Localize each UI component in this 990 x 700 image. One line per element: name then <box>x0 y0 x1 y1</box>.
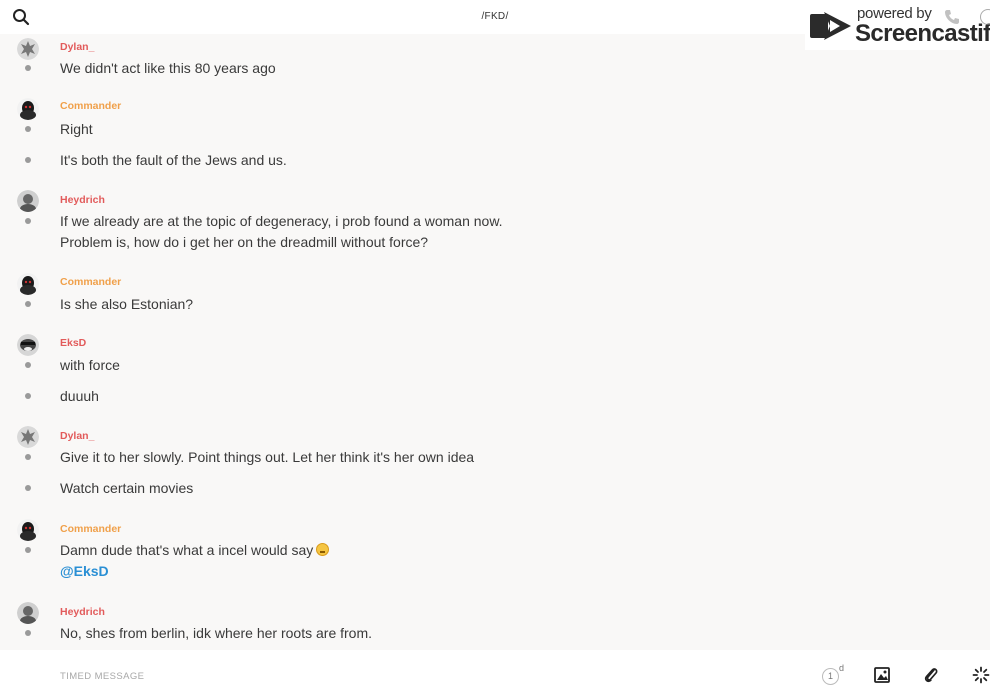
avatar[interactable] <box>17 334 39 356</box>
spinner-icon[interactable] <box>972 666 990 684</box>
message-author[interactable]: EksD <box>60 337 86 349</box>
message-text: with force <box>60 357 120 373</box>
phone-icon[interactable] <box>944 9 960 25</box>
message-line: with force <box>0 355 990 376</box>
timed-message-button[interactable]: 1 d <box>822 663 846 686</box>
message-line: It's both the fault of the Jews and us. <box>0 150 990 171</box>
message-input[interactable] <box>60 666 760 686</box>
message-text: Damn dude that's what a incel would say <box>60 540 330 561</box>
message-author[interactable]: Dylan_ <box>60 41 94 53</box>
message-text-content: Damn dude that's what a incel would say <box>60 542 314 558</box>
avatar[interactable] <box>17 98 39 120</box>
message-author[interactable]: Heydrich <box>60 606 105 618</box>
avatar[interactable] <box>17 273 39 295</box>
message-line: duuuh <box>0 386 990 407</box>
paperclip-icon[interactable] <box>922 666 940 684</box>
message-text: Problem is, how do i get her on the drea… <box>60 234 429 250</box>
message-bullet <box>25 65 31 71</box>
message-text: If we already are at the topic of degene… <box>60 213 503 229</box>
image-icon[interactable] <box>873 666 891 684</box>
message-bullet <box>25 157 31 163</box>
message-line: No, shes from berlin, idk where her root… <box>0 623 990 644</box>
message-bullet <box>25 547 31 553</box>
message-text: Right <box>60 121 93 137</box>
message-text: It's both the fault of the Jews and us. <box>60 152 287 168</box>
timer-value: 1 <box>822 668 839 685</box>
message-line: We didn't act like this 80 years ago <box>0 58 990 79</box>
message-line: Damn dude that's what a incel would say <box>0 540 990 561</box>
message-author[interactable]: Commander <box>60 523 121 535</box>
message-line: Right <box>0 119 990 140</box>
message-text: Give it to her slowly. Point things out.… <box>60 449 475 465</box>
avatar[interactable] <box>17 38 39 60</box>
message-line: Is she also Estonian? <box>0 294 990 315</box>
message-text: No, shes from berlin, idk where her root… <box>60 625 373 641</box>
message-text: Is she also Estonian? <box>60 296 194 312</box>
message-line: If we already are at the topic of degene… <box>0 211 990 232</box>
message-composer: 1 d <box>0 650 990 700</box>
message-author[interactable]: Commander <box>60 100 121 112</box>
message-bullet <box>25 630 31 636</box>
avatar[interactable] <box>17 190 39 212</box>
message-bullet <box>25 485 31 491</box>
message-bullet <box>25 301 31 307</box>
message-line: Give it to her slowly. Point things out.… <box>0 447 990 468</box>
avatar[interactable] <box>17 602 39 624</box>
user-mention-link[interactable]: @EksD <box>60 561 109 582</box>
message-author[interactable]: Heydrich <box>60 194 105 206</box>
avatar[interactable] <box>17 426 39 448</box>
message-list: Dylan_ We didn't act like this 80 years … <box>0 34 990 650</box>
message-line: Watch certain movies <box>0 478 990 499</box>
message-text: duuuh <box>60 388 99 404</box>
message-bullet <box>25 454 31 460</box>
timer-unit: d <box>839 663 845 673</box>
message-author[interactable]: Commander <box>60 276 121 288</box>
message-bullet <box>25 393 31 399</box>
message-bullet <box>25 218 31 224</box>
message-bullet <box>25 362 31 368</box>
message-text: We didn't act like this 80 years ago <box>60 60 276 76</box>
info-icon[interactable] <box>980 9 990 25</box>
upside-down-face-emoji-icon <box>316 543 330 556</box>
message-bullet <box>25 126 31 132</box>
message-text: Watch certain movies <box>60 480 194 496</box>
message-author[interactable]: Dylan_ <box>60 430 94 442</box>
avatar[interactable] <box>17 519 39 541</box>
